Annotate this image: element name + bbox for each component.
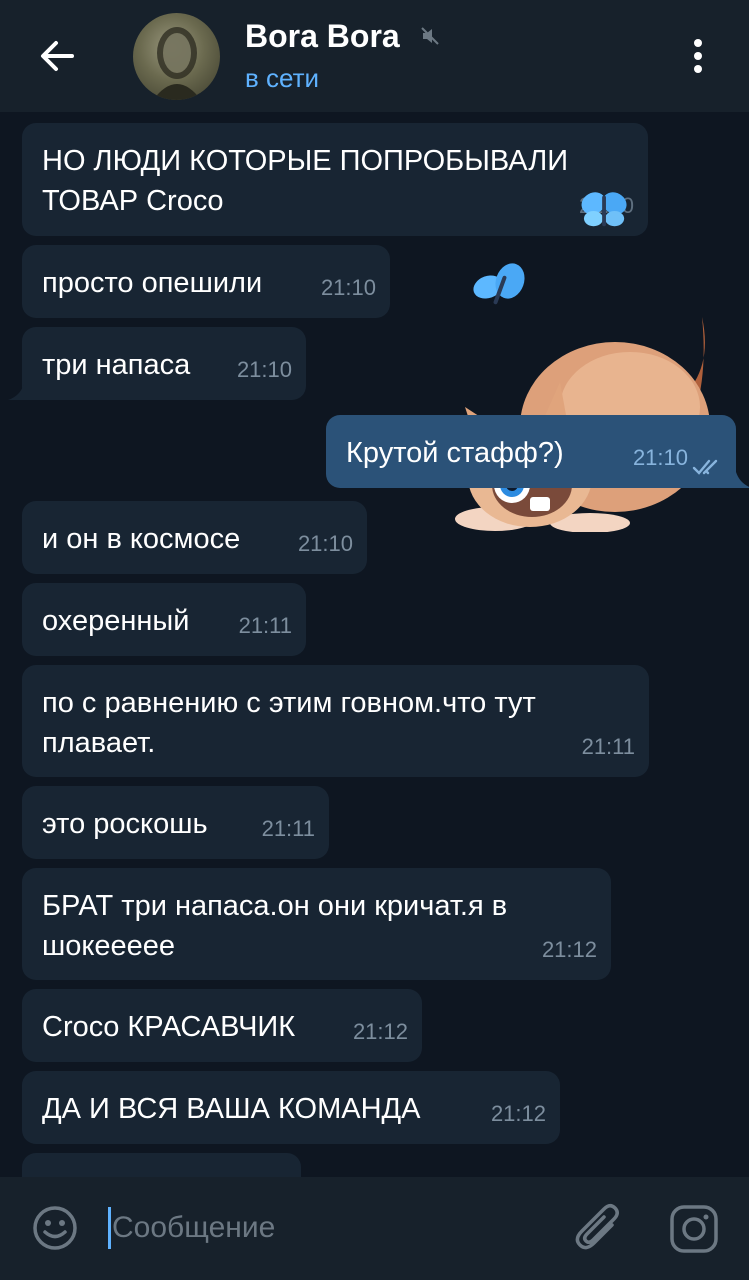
message-bubble[interactable]: БРАТ три напаса.он они кричат.я в шокеее…: [22, 868, 611, 980]
message-bubble[interactable]: и он в космосе 21:10: [22, 501, 367, 574]
bubble-tail: [736, 472, 749, 488]
paperclip-icon[interactable]: [574, 1201, 624, 1255]
message-text: БРАТ три напаса.он они кричат.я в шокеее…: [42, 890, 508, 962]
avatar[interactable]: [133, 13, 220, 100]
message-time: 21:11: [581, 734, 635, 759]
message-bubble[interactable]: НО ЛЮДИ КОТОРЫЕ ПОПРОБЫВАЛИ ТОВАР Croco …: [22, 123, 648, 236]
message-time: 21:12: [490, 1101, 546, 1126]
back-arrow-icon[interactable]: [34, 34, 82, 78]
text-cursor: [108, 1207, 111, 1249]
instagram-camera-icon[interactable]: [668, 1203, 720, 1255]
contact-name[interactable]: Bora Bora: [245, 18, 400, 55]
message-bubble[interactable]: просто опешили 21:10: [22, 245, 390, 318]
message-text: Croco КРАСАВЧИК: [42, 1011, 296, 1043]
message-time: 21:12: [541, 937, 597, 962]
message-bubble-outgoing[interactable]: Крутой стафф?) 21:10: [326, 415, 736, 488]
message-bubble[interactable]: по с равнению с этим говном.что тут плав…: [22, 665, 649, 777]
cat-sticker[interactable]: [440, 257, 720, 532]
message-bubble-partial[interactable]: [22, 1153, 301, 1177]
message-bubble[interactable]: Croco КРАСАВЧИК 21:12: [22, 989, 422, 1062]
message-time: 21:11: [261, 816, 315, 841]
message-time: 21:10: [632, 445, 688, 470]
message-input[interactable]: [112, 1203, 532, 1253]
message-text: по с равнению с этим говном.что тут плав…: [42, 687, 536, 759]
message-bubble[interactable]: охеренный 21:11: [22, 583, 306, 656]
message-bubble[interactable]: ДА И ВСЯ ВАША КОМАНДА 21:12: [22, 1071, 560, 1144]
more-vertical-icon[interactable]: [680, 36, 716, 76]
mute-icon: [421, 27, 439, 45]
online-status: в сети: [245, 63, 320, 93]
message-time: 21:10: [320, 275, 376, 300]
message-list[interactable]: НО ЛЮДИ КОТОРЫЕ ПОПРОБЫВАЛИ ТОВАР Croco …: [0, 112, 749, 1177]
bubble-tail: [8, 384, 24, 400]
butterfly-icon: [581, 192, 627, 227]
message-time: 21:12: [352, 1019, 408, 1044]
composer-bar: [0, 1177, 749, 1280]
emoji-icon[interactable]: [30, 1203, 80, 1253]
chat-header: Bora Bora в сети: [0, 0, 749, 112]
message-bubble[interactable]: это роскошь 21:11: [22, 786, 329, 859]
message-time: 21:10: [297, 531, 353, 556]
double-check-icon: [692, 459, 718, 475]
message-time: 21:11: [238, 613, 292, 638]
message-time: 21:10: [236, 357, 292, 382]
message-bubble[interactable]: три напаса 21:10: [22, 327, 306, 400]
message-text: ДА И ВСЯ ВАША КОМАНДА: [42, 1093, 421, 1125]
message-text: НО ЛЮДИ КОТОРЫЕ ПОПРОБЫВАЛИ ТОВАР Croco: [42, 145, 569, 217]
